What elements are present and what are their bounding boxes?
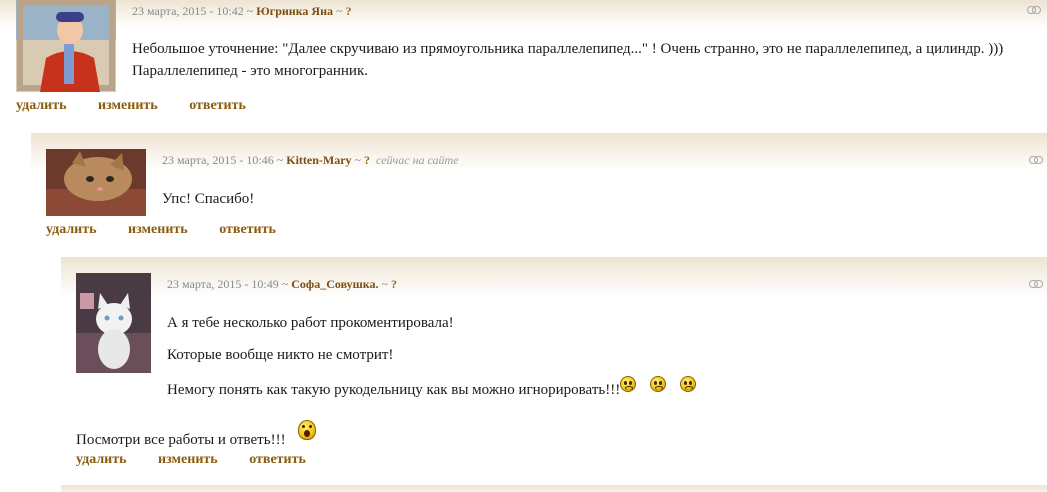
comment-date: 23 марта, 2015 - 10:46 bbox=[162, 153, 274, 167]
meta-separator: ~ bbox=[378, 277, 392, 291]
comment-meta: 23 марта, 2015 - 10:46 ~ Kitten-Mary ~ ?… bbox=[162, 153, 459, 168]
smiley-icon bbox=[650, 376, 667, 392]
link-icon[interactable] bbox=[1029, 280, 1043, 288]
comment-meta: 23 марта, 2015 - 10:49 ~ Софа_Совушка. ~… bbox=[167, 277, 397, 292]
avatar[interactable] bbox=[76, 273, 151, 373]
reply-link[interactable]: ответить bbox=[219, 222, 276, 237]
comment-1: 23 марта, 2015 - 10:42 ~ Югринка Яна ~ ?… bbox=[0, 0, 1047, 120]
reply-link[interactable]: ответить bbox=[189, 98, 246, 113]
comment-body: А я тебе несколько работ прокоментировал… bbox=[167, 312, 697, 401]
comment-text: Небольшое уточнение: "Далее скручиваю из… bbox=[132, 41, 1004, 79]
author-link[interactable]: Софа_Совушка. bbox=[291, 277, 378, 291]
comment-date: 23 марта, 2015 - 10:49 bbox=[167, 277, 279, 291]
author-info-link[interactable]: ? bbox=[391, 277, 397, 291]
comment-text: Упс! Спасибо! bbox=[162, 191, 255, 207]
author-link[interactable]: Kitten-Mary bbox=[286, 153, 351, 167]
comment-3: 23 марта, 2015 - 10:49 ~ Софа_Совушка. ~… bbox=[61, 257, 1047, 492]
smiley-icon bbox=[680, 376, 697, 392]
comment-actions: удалить изменить ответить bbox=[16, 98, 274, 114]
edit-link[interactable]: изменить bbox=[158, 452, 218, 467]
delete-link[interactable]: удалить bbox=[16, 98, 67, 113]
link-icon[interactable] bbox=[1029, 156, 1043, 164]
comment-date: 23 марта, 2015 - 10:42 bbox=[132, 4, 244, 18]
meta-separator: ~ bbox=[351, 153, 365, 167]
comment-text: Немогу понять как такую рукодельницу как… bbox=[167, 382, 621, 398]
comment-actions: удалить изменить ответить bbox=[76, 452, 334, 468]
avatar-photo-kitten bbox=[46, 149, 146, 216]
edit-link[interactable]: изменить bbox=[128, 222, 188, 237]
edit-link[interactable]: изменить bbox=[98, 98, 158, 113]
comment-text: Посмотри все работы и ответь!!! bbox=[76, 432, 286, 448]
comment-text-line: Немогу понять как такую рукодельницу как… bbox=[167, 376, 697, 401]
shocked-smiley-icon bbox=[297, 420, 316, 440]
link-icon[interactable] bbox=[1027, 6, 1041, 14]
author-info-link[interactable]: ? bbox=[346, 4, 352, 18]
comment-meta: 23 марта, 2015 - 10:42 ~ Югринка Яна ~ ? bbox=[132, 4, 352, 19]
delete-link[interactable]: удалить bbox=[46, 222, 97, 237]
meta-separator: ~ bbox=[333, 4, 346, 18]
meta-separator: ~ bbox=[273, 153, 287, 167]
author-link[interactable]: Югринка Яна bbox=[256, 4, 333, 18]
smiley-icon bbox=[620, 376, 637, 392]
comment-body-extra: Посмотри все работы и ответь!!! bbox=[76, 420, 316, 451]
meta-separator: ~ bbox=[243, 4, 257, 18]
comment-body: Небольшое уточнение: "Далее скручиваю из… bbox=[132, 38, 1012, 82]
comment-2: 23 марта, 2015 - 10:46 ~ Kitten-Mary ~ ?… bbox=[31, 133, 1047, 245]
avatar[interactable] bbox=[46, 149, 146, 216]
comment-body: Упс! Спасибо! bbox=[162, 188, 254, 210]
avatar[interactable] bbox=[16, 0, 116, 92]
avatar-photo-woman bbox=[16, 0, 116, 92]
next-comment-band bbox=[61, 485, 1047, 492]
avatar-photo-cat bbox=[76, 273, 151, 373]
online-status: сейчас на сайте bbox=[376, 153, 459, 167]
comment-text: А я тебе несколько работ прокоментировал… bbox=[167, 315, 454, 331]
author-info-link[interactable]: ? bbox=[364, 153, 370, 167]
delete-link[interactable]: удалить bbox=[76, 452, 127, 467]
comment-text: Которые вообще никто не смотрит! bbox=[167, 347, 394, 363]
reply-link[interactable]: ответить bbox=[249, 452, 306, 467]
comment-actions: удалить изменить ответить bbox=[46, 222, 304, 238]
meta-separator: ~ bbox=[278, 277, 292, 291]
